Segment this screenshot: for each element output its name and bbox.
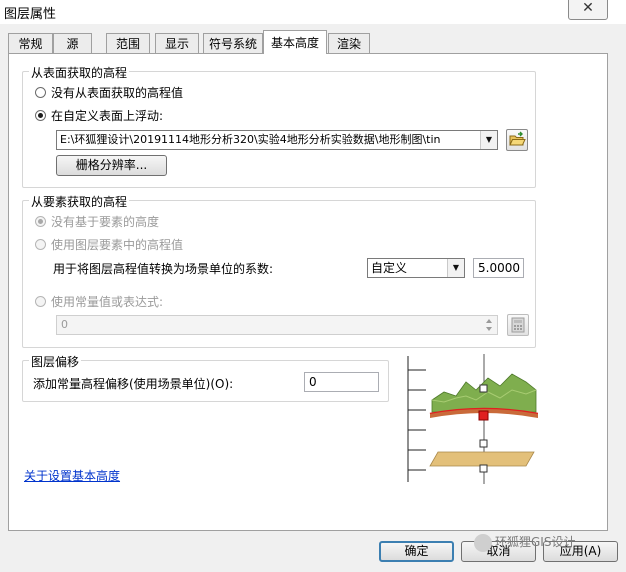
help-link-base-heights[interactable]: 关于设置基本高度 [24,467,120,484]
offset-label: 添加常量高程偏移(使用场景单位)(O): [33,377,234,391]
offset-group-title: 图层偏移 [29,353,82,370]
layer-properties-dialog: 图层属性 ✕ 常规 源 范围 显示 符号系统 基本高度 渲染 从表面获取的高程 … [0,0,626,572]
raster-resolution-button[interactable]: 栅格分辨率... [56,155,167,176]
unit-conversion-value: 自定义 [371,261,408,275]
folder-open-icon [509,131,526,146]
radio-no-feature-height[interactable]: 没有基于要素的高度 [35,213,159,230]
feature-elevation-group: 从要素获取的高程 没有基于要素的高度 使用图层要素中的高程值 用于将图层高程值转… [22,193,536,348]
window-title: 图层属性 [4,7,57,22]
watermark: 环狐狸GIS设计 [474,530,624,554]
spinner-arrows-icon[interactable] [483,316,495,334]
radio-circle[interactable] [35,296,46,307]
radio-label: 没有基于要素的高度 [51,215,160,229]
layer-offset-group: 图层偏移 添加常量高程偏移(使用场景单位)(O): 0 [22,353,389,402]
conversion-factor-label: 用于将图层高程值转换为场景单位的系数: [53,262,274,276]
calculator-icon [511,317,525,333]
radio-custom-surface[interactable]: 在自定义表面上浮动: [35,107,163,124]
radio-label: 使用常量值或表达式: [51,295,164,309]
tab-extent[interactable]: 范围 [106,33,150,53]
tab-general[interactable]: 常规 [8,33,53,53]
close-button[interactable]: ✕ [568,0,608,20]
radio-label: 没有从表面获取的高程值 [51,86,184,100]
offset-input[interactable]: 0 [304,372,379,392]
radio-constant-expression[interactable]: 使用常量值或表达式: [35,293,163,310]
surface-path-value: E:\环狐狸设计\20191114地形分析320\实验4地形分析实验数据\地形制… [60,133,441,146]
radio-layer-feature-elevation[interactable]: 使用图层要素中的高程值 [35,236,183,253]
expression-builder-button[interactable] [507,314,529,336]
surface-elevation-group: 从表面获取的高程 没有从表面获取的高程值 在自定义表面上浮动: E:\环狐狸设计… [22,64,536,188]
tab-panel: 从表面获取的高程 没有从表面获取的高程值 在自定义表面上浮动: E:\环狐狸设计… [8,53,608,531]
watermark-text: 环狐狸GIS设计 [495,535,576,549]
wechat-logo-icon [474,533,492,552]
radio-circle-selected[interactable] [35,110,46,121]
surface-group-title: 从表面获取的高程 [29,64,130,81]
radio-circle[interactable] [35,87,46,98]
browse-button[interactable] [506,129,528,151]
tab-display[interactable]: 显示 [155,33,199,53]
chevron-down-icon[interactable]: ▼ [480,131,497,149]
ok-button[interactable]: 确定 [379,541,454,562]
feature-group-title: 从要素获取的高程 [29,193,130,210]
tab-base-heights[interactable]: 基本高度 [263,30,327,54]
radio-label: 使用图层要素中的高程值 [51,238,184,252]
title-bar: 图层属性 ✕ [0,0,626,24]
unit-conversion-combo[interactable]: 自定义 ▼ [367,258,465,278]
tab-symbology[interactable]: 符号系统 [203,33,263,53]
tab-rendering[interactable]: 渲染 [328,33,370,53]
radio-no-surface[interactable]: 没有从表面获取的高程值 [35,84,183,101]
close-icon: ✕ [582,0,594,16]
radio-circle[interactable] [35,239,46,250]
tab-source[interactable]: 源 [53,33,92,53]
expression-input[interactable]: 0 [56,315,498,335]
conversion-factor-input[interactable]: 5.0000 [473,258,524,278]
chevron-down-icon[interactable]: ▼ [447,259,464,277]
base-height-diagram [407,354,539,484]
radio-label: 在自定义表面上浮动: [51,109,164,123]
surface-path-combo[interactable]: E:\环狐狸设计\20191114地形分析320\实验4地形分析实验数据\地形制… [56,130,498,150]
base-height-preview [404,352,539,490]
radio-circle-selected[interactable] [35,216,46,227]
